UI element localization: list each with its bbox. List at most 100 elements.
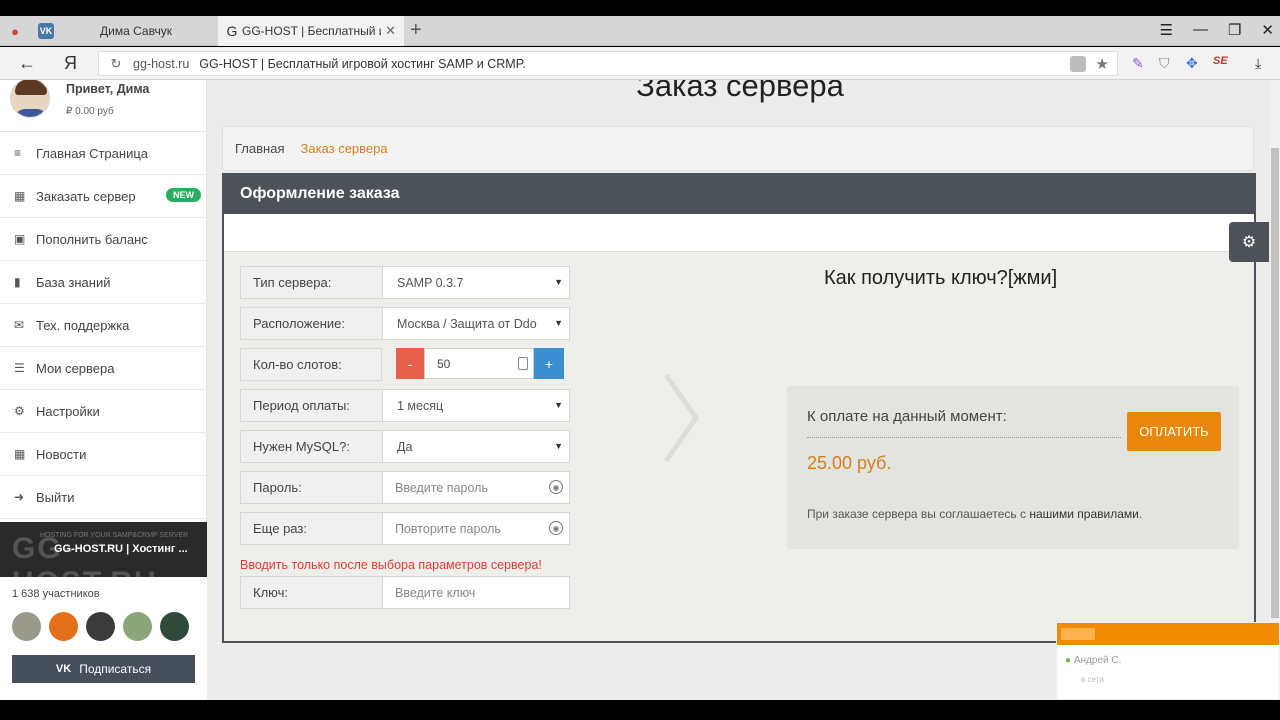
slots-value: 50	[437, 356, 451, 371]
server-type-select[interactable]: SAMP 0.3.7 ▼	[383, 267, 569, 298]
sidebar-item-my-servers[interactable]: ☰ Мои сервера	[0, 347, 207, 390]
period-label: Период оплаты:	[241, 390, 383, 421]
location-select[interactable]: Москва / Защита от Ddo ▼	[383, 308, 569, 339]
url-field[interactable]: ↻ gg-host.ru GG-HOST | Бесплатный игрово…	[98, 51, 1118, 76]
eye-icon[interactable]: ◉	[549, 480, 563, 494]
scrollbar-thumb[interactable]	[1271, 148, 1279, 618]
tab-label: Дима Савчук	[100, 24, 172, 38]
back-arrow-icon[interactable]: ←	[18, 53, 36, 74]
sidebar-item-label: База знаний	[36, 274, 111, 290]
location-value: Москва / Защита от Ddo	[397, 316, 537, 331]
sidebar-item-label: Настройки	[36, 403, 100, 419]
notification-popup[interactable]: ● Андрей С. в сети	[1056, 622, 1280, 700]
order-panel: Оформление заказа Тип сервера: SAMP 0.3.…	[222, 173, 1256, 643]
sidebar-item-label: Мои сервера	[36, 360, 115, 376]
tab-gg-host[interactable]: G GG-HOST | Бесплатный и ✕	[218, 16, 404, 46]
yandex-icon[interactable]: Я	[64, 53, 77, 74]
download-icon[interactable]: ⤓	[1255, 55, 1261, 72]
page: Привет, Дима ₽ 0.00 руб ≡ Главная Страни…	[0, 80, 1270, 700]
slots-minus-button[interactable]: -	[396, 348, 424, 379]
notification-name: ● Андрей С.	[1065, 655, 1122, 666]
payment-amount: 25.00 руб.	[807, 453, 892, 473]
server-type-label: Тип сервера:	[241, 267, 383, 298]
spinner-icon[interactable]	[518, 357, 528, 370]
key-row: Ключ: Введите ключ	[240, 576, 570, 609]
mysql-label: Нужен MySQL?:	[241, 431, 383, 462]
slots-stepper: - 50 +	[396, 348, 564, 379]
vk-group-title[interactable]: GG-HOST.RU | Хостинг ...	[54, 543, 188, 555]
sidebar-item-news[interactable]: ▦ Новости	[0, 433, 207, 476]
sidebar-item-label: Пополнить баланс	[36, 231, 148, 247]
slots-input[interactable]: 50	[424, 348, 534, 379]
book-icon: ▮	[14, 275, 21, 289]
list-icon: ☰	[14, 361, 25, 375]
password-field[interactable]: Введите пароль ◉	[383, 472, 569, 503]
minimize-icon[interactable]: —	[1193, 21, 1208, 39]
close-tab-icon[interactable]: ✕	[385, 23, 396, 39]
se-extension-icon[interactable]: SE	[1213, 55, 1228, 67]
page-scrollbar[interactable]	[1270, 80, 1280, 700]
chevron-right-icon	[663, 373, 700, 463]
period-value: 1 месяц	[397, 398, 444, 413]
pen-extension-icon[interactable]: ✎	[1132, 55, 1144, 72]
password-row: Пароль: Введите пароль ◉	[240, 471, 570, 504]
how-to-get-key-link[interactable]: Как получить ключ?[жми]	[824, 267, 1057, 290]
shield-icon[interactable]: ⛉	[1159, 55, 1170, 72]
avatar[interactable]	[86, 612, 115, 641]
breadcrumb-home[interactable]: Главная	[235, 141, 284, 156]
translate-icon[interactable]: ✥	[1186, 55, 1198, 72]
eye-icon[interactable]: ◉	[549, 521, 563, 535]
terms-end: .	[1138, 507, 1143, 521]
period-select[interactable]: 1 месяц ▼	[383, 390, 569, 421]
avatar[interactable]	[123, 612, 152, 641]
bookmark-star-icon[interactable]: ★	[1096, 55, 1109, 73]
reload-icon[interactable]: ↻	[99, 56, 133, 72]
mysql-select[interactable]: Да ▼	[383, 431, 569, 462]
logout-icon: ➜	[14, 490, 25, 504]
new-tab-button[interactable]: +	[410, 19, 422, 42]
vk-icon: VK	[55, 663, 72, 675]
vk-member-count: 1 638 участников	[12, 588, 100, 600]
dropdown-caret-icon: ▼	[554, 441, 563, 451]
notification-detail: в сети	[1081, 675, 1104, 684]
sidebar-item-support[interactable]: ✉ Тех. поддержка	[0, 304, 207, 347]
avatar[interactable]	[10, 80, 50, 118]
avatar[interactable]	[49, 612, 78, 641]
password-repeat-field[interactable]: Повторите пароль ◉	[383, 513, 569, 544]
mysql-row: Нужен MySQL?: Да ▼	[240, 430, 570, 463]
envelope-icon: ✉	[14, 318, 25, 332]
sidebar-item-label: Выйти	[36, 489, 75, 505]
vk-group-cover[interactable]: GG-HOST.RU HOSTING FOR YOUR SAMP&CRMP SE…	[0, 522, 207, 577]
dropdown-caret-icon: ▼	[554, 400, 563, 410]
sidebar-item-knowledge[interactable]: ▮ База знаний	[0, 261, 207, 304]
sidebar-item-home[interactable]: ≡ Главная Страница	[0, 132, 207, 175]
period-row: Период оплаты: 1 месяц ▼	[240, 389, 570, 422]
menu-icon[interactable]: ☰	[1160, 21, 1173, 39]
tab-vk[interactable]: VK Дима Савчук	[30, 16, 218, 46]
dropdown-caret-icon: ▼	[554, 318, 563, 328]
key-field[interactable]: Введите ключ	[383, 577, 569, 608]
pinned-tab-icon[interactable]: ●	[0, 16, 30, 46]
rules-link[interactable]: нашими правилами	[1029, 507, 1138, 521]
avatar[interactable]	[12, 612, 41, 641]
vk-subscribe-button[interactable]: VK Подписаться	[12, 655, 195, 683]
payment-box: К оплате на данный момент: ОПЛАТИТЬ 25.0…	[787, 386, 1239, 549]
key-label: Ключ:	[241, 577, 383, 608]
settings-gear-button[interactable]: ⚙	[1229, 222, 1269, 262]
divider	[807, 437, 1121, 438]
avatar[interactable]	[160, 612, 189, 641]
calendar-icon: ▦	[14, 447, 26, 461]
page-title: Заказ сервера	[636, 80, 844, 103]
restore-icon[interactable]: ❐	[1228, 21, 1241, 39]
close-window-icon[interactable]: ✕	[1261, 21, 1274, 39]
pay-button[interactable]: ОПЛАТИТЬ	[1127, 412, 1221, 451]
sidebar-item-logout[interactable]: ➜ Выйти	[0, 476, 207, 519]
vk-group-widget: GG-HOST.RU HOSTING FOR YOUR SAMP&CRMP SE…	[0, 522, 207, 700]
extension-icon[interactable]	[1069, 55, 1086, 72]
sidebar-item-topup[interactable]: ▣ Пополнить баланс	[0, 218, 207, 261]
sidebar-item-settings[interactable]: ⚙ Настройки	[0, 390, 207, 433]
list-icon: ≡	[14, 146, 22, 160]
terms-text: При заказе сервера вы соглашаетесь с	[807, 507, 1027, 521]
sidebar-item-order-server[interactable]: ▦ Заказать сервер NEW	[0, 175, 207, 218]
slots-plus-button[interactable]: +	[534, 348, 564, 379]
